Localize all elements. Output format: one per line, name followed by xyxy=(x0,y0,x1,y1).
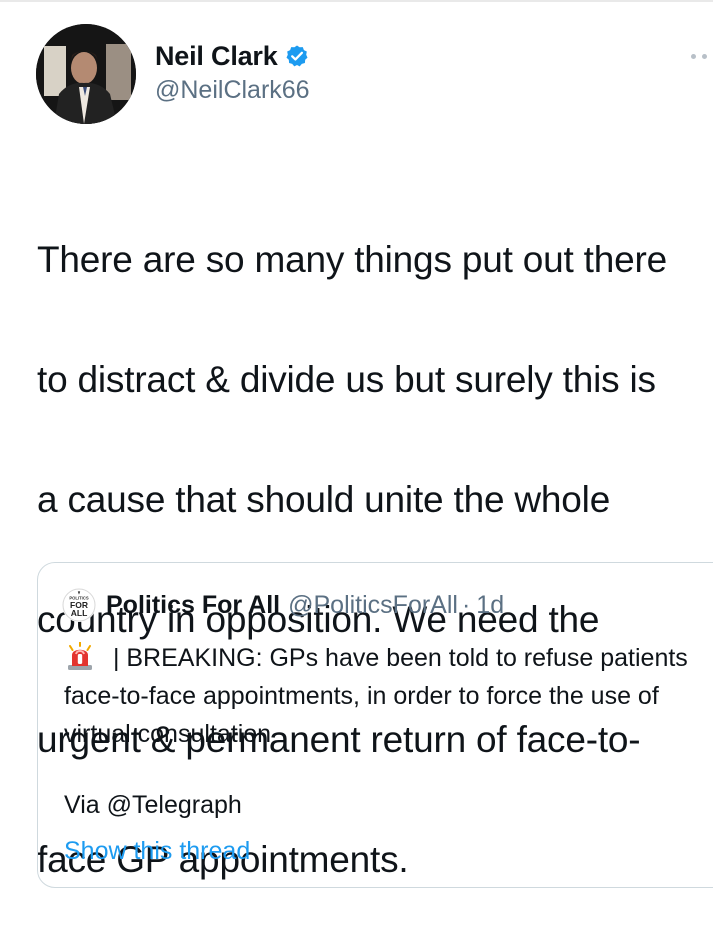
quoted-tweet-message: | BREAKING: GPs have been told to refuse… xyxy=(64,644,688,748)
quoted-tweet-header: POLITICS FOR ALL Politics For All @Polit… xyxy=(62,587,504,623)
quoted-tweet-text: | BREAKING: GPs have been told to refuse… xyxy=(64,639,704,753)
rotating-light-icon xyxy=(64,641,96,672)
tweet-text-line: to distract & divide us but surely this … xyxy=(37,359,656,400)
quoted-avatar-text-line: ALL xyxy=(71,608,88,618)
verified-badge-icon xyxy=(285,44,309,68)
more-dot xyxy=(702,53,707,59)
author-name-row: Neil Clark xyxy=(155,40,309,72)
quoted-author-avatar[interactable]: POLITICS FOR ALL xyxy=(62,588,96,622)
more-dot xyxy=(691,53,696,59)
more-icon[interactable] xyxy=(691,46,713,66)
quoted-tweet-time[interactable]: 1d xyxy=(476,591,504,620)
quoted-tweet-via: Via @Telegraph xyxy=(64,791,242,819)
timestamp-separator: · xyxy=(461,590,471,619)
author-avatar[interactable] xyxy=(36,24,136,124)
author-name[interactable]: Neil Clark xyxy=(155,41,278,72)
quoted-author-handle[interactable]: @PoliticsForAll xyxy=(288,591,458,620)
tweet-text-line: There are so many things put out there xyxy=(37,239,667,280)
quoted-tweet-card[interactable]: POLITICS FOR ALL Politics For All @Polit… xyxy=(37,562,713,888)
top-divider xyxy=(0,0,713,2)
tweet-text-line: a cause that should unite the whole xyxy=(37,479,611,520)
quoted-author-name[interactable]: Politics For All xyxy=(106,591,280,620)
show-thread-link[interactable]: Show this thread xyxy=(64,837,250,866)
author-handle[interactable]: @NeilClark66 xyxy=(155,76,310,105)
